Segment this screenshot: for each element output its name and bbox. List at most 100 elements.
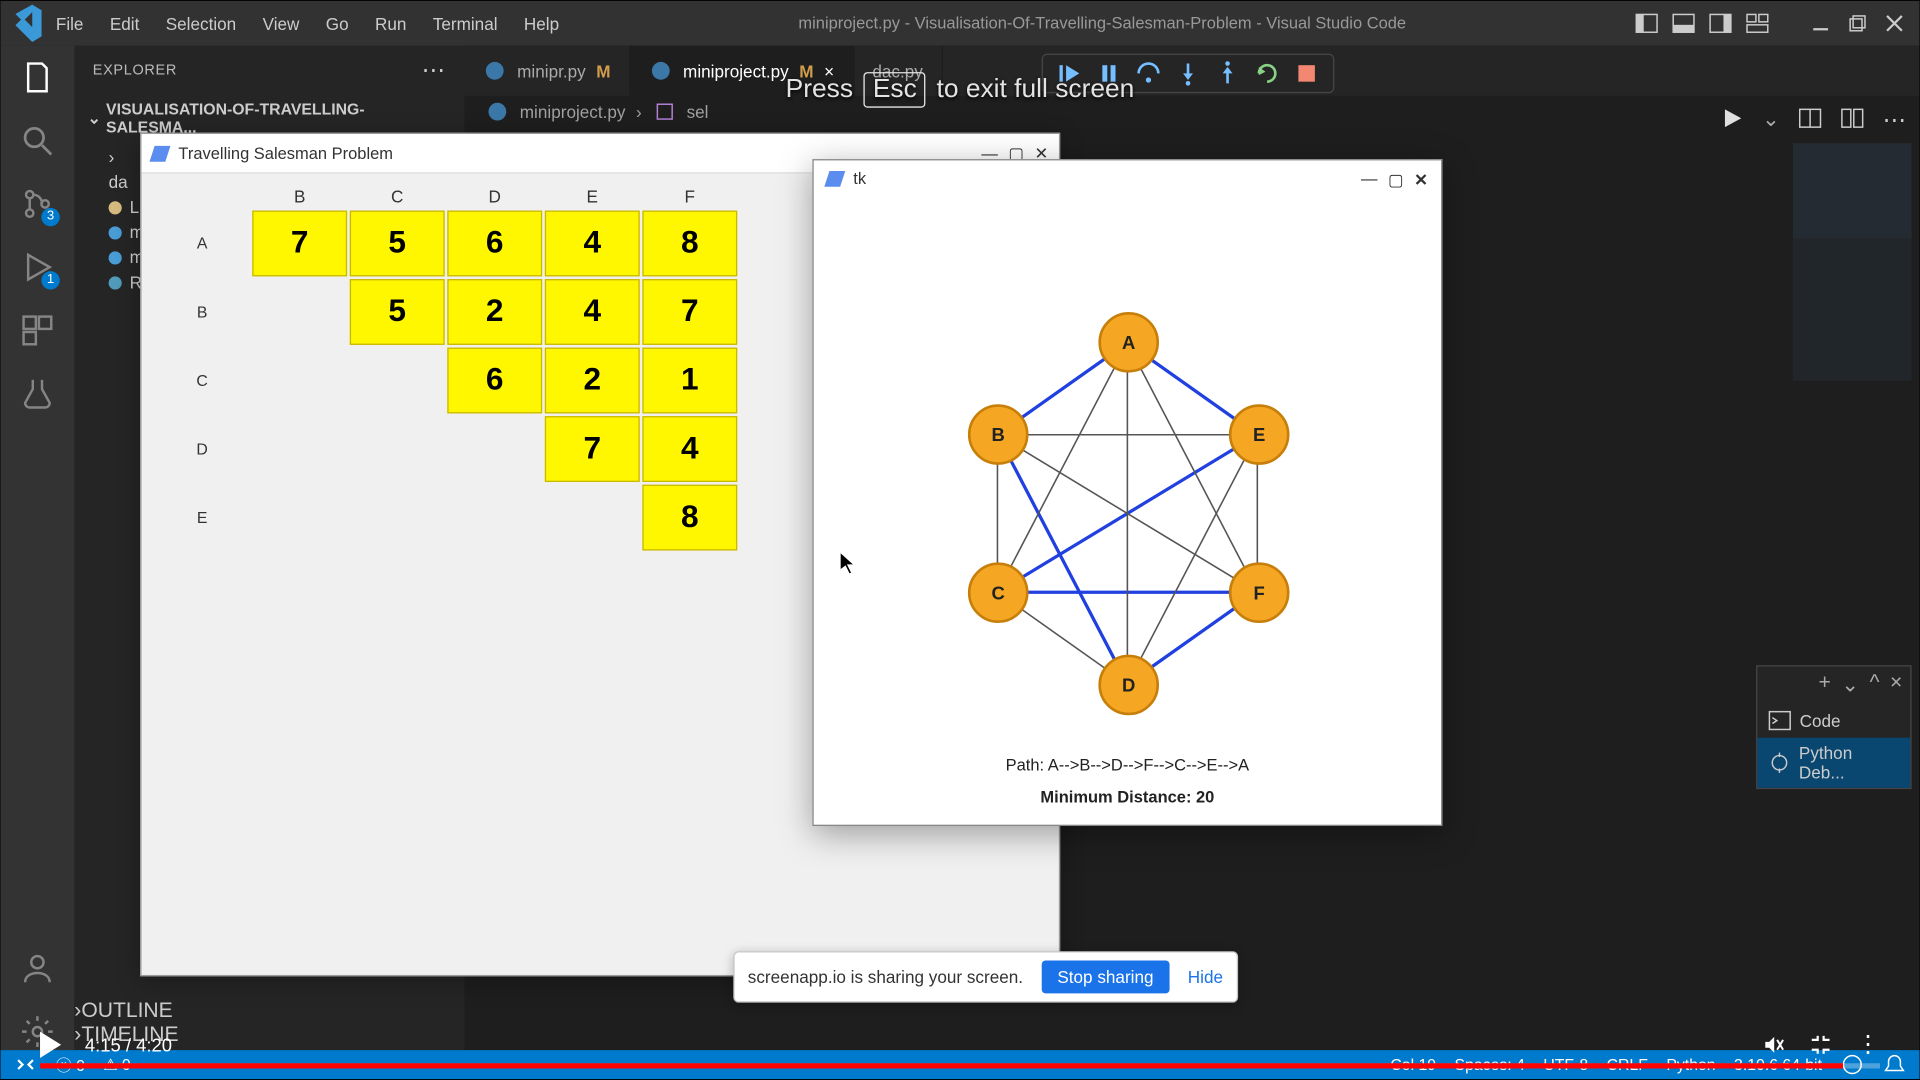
matrix-cell[interactable]: 5 <box>350 279 445 345</box>
terminal-icon <box>1768 709 1792 733</box>
matrix-cell[interactable]: 8 <box>642 485 737 551</box>
debug-step-out-icon[interactable] <box>1214 60 1240 86</box>
split-right-icon[interactable] <box>1798 106 1822 130</box>
window-restore-icon[interactable] <box>1846 11 1870 35</box>
result-path: Path: A-->B-->D-->F-->C-->E-->A <box>814 751 1441 782</box>
chevron-down-icon: ⌄ <box>87 109 100 127</box>
tk2-close-icon[interactable]: ✕ <box>1414 169 1428 189</box>
col-header: C <box>350 184 445 208</box>
exit-fullscreen-icon[interactable] <box>1809 1032 1833 1056</box>
stop-sharing-button[interactable]: Stop sharing <box>1042 960 1170 993</box>
tab-minipr[interactable]: minipr.py M <box>464 46 630 96</box>
title-layout-controls <box>1635 11 1920 35</box>
menu-edit[interactable]: Edit <box>99 8 150 38</box>
menu-file[interactable]: File <box>45 8 94 38</box>
workspace-folder-label: VISUALISATION-OF-TRAVELLING-SALESMA... <box>106 100 451 137</box>
menu-run[interactable]: Run <box>364 8 417 38</box>
tk2-titlebar[interactable]: tk — ▢ ✕ <box>814 160 1441 197</box>
matrix-cell[interactable]: 5 <box>350 210 445 276</box>
run-debug-icon[interactable]: 1 <box>19 249 56 286</box>
row-header: E <box>155 485 250 551</box>
tab-label: miniproject.py <box>683 61 789 81</box>
more-vert-icon[interactable]: ⋮ <box>1856 1030 1880 1058</box>
matrix-cell[interactable]: 2 <box>447 279 542 345</box>
menu-selection[interactable]: Selection <box>155 8 247 38</box>
run-dropdown-icon[interactable]: ⌄ <box>1762 106 1780 134</box>
tk-graph-window[interactable]: tk — ▢ ✕ <box>812 159 1442 826</box>
chevron-right-icon: › <box>636 102 642 122</box>
seek-bar[interactable] <box>40 1063 1880 1068</box>
tab-modified-indicator: M <box>596 61 610 81</box>
matrix-cell[interactable]: 6 <box>447 348 542 414</box>
layout-customize-icon[interactable] <box>1746 11 1770 35</box>
scm-icon[interactable]: 3 <box>19 185 56 222</box>
window-minimize-icon[interactable] <box>1809 11 1833 35</box>
matrix-cell[interactable]: 7 <box>545 416 640 482</box>
matrix-cell[interactable]: 4 <box>545 210 640 276</box>
col-header: F <box>642 184 737 208</box>
window-close-icon[interactable] <box>1883 11 1907 35</box>
remote-icon[interactable] <box>14 1053 38 1077</box>
play-icon[interactable] <box>40 1031 61 1057</box>
matrix-cell[interactable]: 4 <box>642 416 737 482</box>
matrix-cell[interactable]: 7 <box>642 279 737 345</box>
explorer-icon[interactable] <box>19 59 56 96</box>
menu-terminal[interactable]: Terminal <box>422 8 508 38</box>
matrix-cell[interactable]: 6 <box>447 210 542 276</box>
graph-node-f: F <box>1229 562 1290 623</box>
bell-icon[interactable] <box>1883 1053 1907 1077</box>
run-item-label: Python Deb... <box>1799 743 1900 783</box>
diff-icon[interactable] <box>1840 106 1864 130</box>
layout-bottom-icon[interactable] <box>1672 11 1696 35</box>
video-player-controls: 4:15 / 4:20 ⋮ <box>40 1008 1880 1069</box>
file-icon <box>109 201 122 214</box>
editor-more-icon[interactable] <box>1883 106 1907 134</box>
menu-go[interactable]: Go <box>315 8 359 38</box>
close-panel-icon[interactable]: × <box>1890 672 1902 698</box>
tk2-minimize-icon[interactable]: — <box>1361 170 1377 188</box>
graph-node-c: C <box>968 562 1029 623</box>
testing-icon[interactable] <box>19 375 56 412</box>
tk2-maximize-icon[interactable]: ▢ <box>1388 169 1404 189</box>
breadcrumb-file: miniproject.py <box>520 102 626 122</box>
fullscreen-hint: Press Esc to exit full screen <box>786 72 1135 108</box>
graph-node-e: E <box>1229 404 1290 465</box>
layout-left-icon[interactable] <box>1635 11 1659 35</box>
breadcrumb[interactable]: miniproject.py › sel <box>464 96 1919 128</box>
layout-right-icon[interactable] <box>1709 11 1733 35</box>
tk1-title: Travelling Salesman Problem <box>178 144 393 162</box>
volume-muted-icon[interactable] <box>1761 1032 1785 1056</box>
run-item-code[interactable]: Code <box>1757 703 1910 737</box>
debug-stop-icon[interactable] <box>1293 60 1319 86</box>
menu-view[interactable]: View <box>252 8 310 38</box>
add-config-icon[interactable]: + <box>1819 672 1831 698</box>
debug-step-over-icon[interactable] <box>1135 60 1161 86</box>
file-label: da <box>109 172 128 192</box>
matrix-cell[interactable]: 1 <box>642 348 737 414</box>
explorer-label: EXPLORER <box>93 62 177 78</box>
share-msg: screenapp.io is sharing your screen. <box>748 967 1023 987</box>
matrix-cell[interactable]: 2 <box>545 348 640 414</box>
tab-label: minipr.py <box>517 61 586 81</box>
search-icon[interactable] <box>19 122 56 159</box>
graph-node-b: B <box>968 404 1029 465</box>
debug-step-into-icon[interactable] <box>1175 60 1201 86</box>
run-item-python[interactable]: Python Deb... <box>1757 738 1910 788</box>
hide-share-link[interactable]: Hide <box>1188 967 1223 987</box>
explorer-more-icon[interactable] <box>422 56 446 84</box>
debug-alt-icon <box>1768 751 1791 775</box>
debug-restart-icon[interactable] <box>1254 60 1280 86</box>
accounts-icon[interactable] <box>19 950 56 987</box>
menu-help[interactable]: Help <box>513 8 569 38</box>
dropdown-icon[interactable]: ⌄ <box>1841 672 1859 698</box>
minimap[interactable] <box>1793 143 1912 380</box>
editor-actions: ⌄ <box>1720 106 1906 134</box>
extensions-icon[interactable] <box>19 312 56 349</box>
matrix-cell[interactable]: 4 <box>545 279 640 345</box>
file-icon <box>109 251 122 264</box>
matrix-cell[interactable]: 8 <box>642 210 737 276</box>
run-python-icon[interactable] <box>1720 106 1744 130</box>
matrix-cell[interactable]: 7 <box>252 210 347 276</box>
collapse-icon[interactable]: ^ <box>1870 672 1880 698</box>
result-distance: Minimum Distance: 20 <box>814 782 1441 813</box>
